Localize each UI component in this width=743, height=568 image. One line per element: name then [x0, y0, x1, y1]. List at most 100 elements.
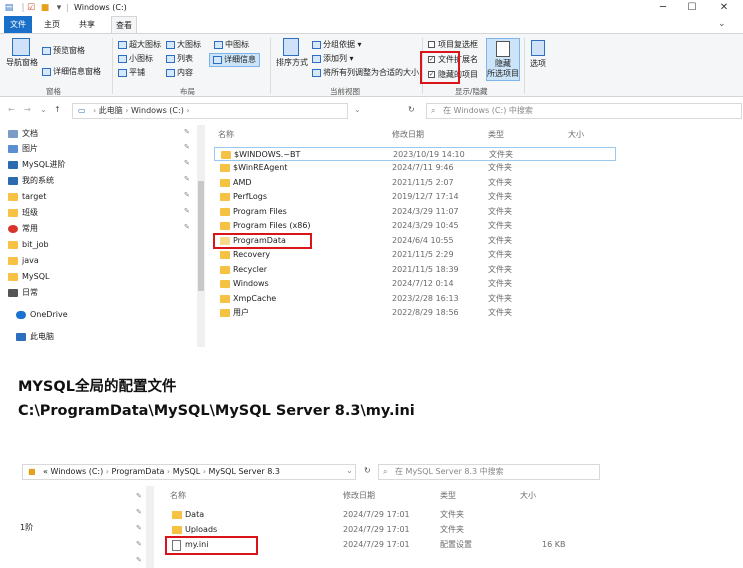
chevron-down-icon[interactable]: ⌄ — [354, 105, 361, 114]
column-size[interactable]: 大小 — [520, 490, 536, 501]
layout-details[interactable]: 详细信息 — [209, 53, 260, 67]
pin-icon[interactable]: ✎ — [184, 143, 190, 151]
breadcrumb-item[interactable]: MySQL Server 8.3 — [208, 467, 280, 476]
column-type[interactable]: 类型 — [440, 490, 456, 501]
folder-icon — [8, 241, 18, 249]
nav-item-java[interactable]: java — [8, 254, 39, 268]
pin-icon[interactable]: ✎ — [136, 556, 142, 564]
file-row[interactable]: $WINDOWS.~BT 2023/10/19 14:10 文件夹 — [214, 147, 616, 161]
layout-list[interactable]: 列表 — [166, 54, 193, 64]
forward-arrow-icon[interactable]: → — [24, 105, 31, 114]
pin-icon[interactable]: ✎ — [136, 540, 142, 548]
nav-item-class[interactable]: 班级 — [8, 206, 38, 220]
pin-icon[interactable]: ✎ — [184, 128, 190, 136]
scrollbar-thumb[interactable] — [198, 181, 204, 291]
nav-item-target[interactable]: target — [8, 190, 46, 204]
file-row[interactable]: Data 2024/7/29 17:01 文件夹 — [170, 508, 590, 522]
file-row[interactable]: PerfLogs 2019/12/7 17:14 文件夹 — [214, 190, 614, 204]
minimize-button[interactable]: ─ — [649, 0, 677, 16]
nav-item-common[interactable]: 常用 — [8, 222, 38, 236]
chevron-down-icon[interactable]: ⌄ — [40, 105, 47, 114]
column-modified[interactable]: 修改日期 — [392, 129, 424, 140]
pin-icon[interactable]: ✎ — [184, 207, 190, 215]
nav-label[interactable]: 1阶 — [20, 522, 33, 533]
refresh-icon[interactable]: ↻ — [364, 466, 371, 475]
column-size[interactable]: 大小 — [568, 129, 584, 140]
pin-icon[interactable]: ✎ — [184, 175, 190, 183]
preview-pane-button[interactable]: 预览窗格 — [42, 46, 85, 56]
pin-icon[interactable]: ✎ — [184, 223, 190, 231]
file-row[interactable]: Uploads 2024/7/29 17:01 文件夹 — [170, 523, 590, 537]
nav-item-docs[interactable]: 文档 — [8, 127, 38, 141]
layout-medium-icons[interactable]: 中图标 — [214, 40, 249, 50]
nav-item-mysql[interactable]: MySQL — [8, 270, 49, 284]
hide-selected-button[interactable]: 隐藏 所选项目 — [486, 38, 520, 81]
column-name[interactable]: 名称 — [218, 129, 234, 140]
file-row[interactable]: Recycler 2021/11/5 18:39 文件夹 — [214, 263, 614, 277]
nav-item-system[interactable]: 我的系统 — [8, 174, 54, 188]
group-by-button[interactable]: 分组依据 ▾ — [312, 40, 362, 50]
pin-icon[interactable]: ✎ — [136, 492, 142, 500]
tab-share[interactable]: 共享 — [75, 16, 99, 33]
layout-content[interactable]: 内容 — [166, 68, 193, 78]
file-row[interactable]: Windows 2024/7/12 0:14 文件夹 — [214, 277, 614, 291]
chevron-down-icon[interactable]: ⌄ — [718, 19, 726, 29]
nav-scrollbar[interactable] — [197, 125, 205, 347]
address-bar[interactable]: ▭ › 此电脑 › Windows (C:) › — [72, 103, 348, 119]
back-arrow-icon[interactable]: ← — [8, 105, 15, 114]
pin-icon[interactable]: ✎ — [136, 508, 142, 516]
options-button[interactable]: 选项 — [528, 40, 548, 69]
chevron-down-icon[interactable]: ⌄ — [346, 466, 353, 475]
file-row[interactable]: Program Files (x86) 2024/3/29 10:45 文件夹 — [214, 219, 614, 233]
breadcrumb-item[interactable]: ProgramData — [112, 467, 165, 476]
bottom-address-bar[interactable]: ■ « Windows (C:) › ProgramData › MySQL ›… — [22, 464, 356, 480]
up-arrow-icon[interactable]: ↑ — [54, 105, 61, 114]
breadcrumb-item[interactable]: Windows (C:) — [50, 467, 103, 476]
nav-item-bit-job[interactable]: bit_job — [8, 238, 49, 252]
nav-item-mysql-adv[interactable]: MySQL进阶 — [8, 158, 65, 172]
column-name[interactable]: 名称 — [170, 490, 186, 501]
properties-icon[interactable]: ☑ — [26, 3, 36, 13]
size-columns-button[interactable]: 将所有列调整为合适的大小 — [312, 68, 419, 78]
annotation-red-box — [165, 536, 258, 555]
refresh-icon[interactable]: ↻ — [408, 105, 415, 114]
chevron-down-icon[interactable]: ▾ — [54, 3, 64, 13]
close-button[interactable]: ✕ — [710, 0, 738, 16]
column-modified[interactable]: 修改日期 — [343, 490, 375, 501]
layout-tiles[interactable]: 平铺 — [118, 68, 145, 78]
item-checkboxes-toggle[interactable]: 项目复选框 — [428, 40, 478, 50]
pin-icon[interactable]: ✎ — [136, 524, 142, 532]
layout-small-icons[interactable]: 小图标 — [118, 54, 153, 64]
nav-item-pictures[interactable]: 图片 — [8, 142, 38, 156]
layout-xl-icons[interactable]: 超大图标 — [118, 40, 161, 50]
details-pane-button[interactable]: 详细信息窗格 — [42, 67, 101, 77]
breadcrumb-item[interactable]: Windows (C:) — [131, 106, 184, 115]
maximize-button[interactable]: ☐ — [678, 0, 706, 16]
bottom-scrollbar[interactable] — [146, 486, 154, 568]
layout-large-icons[interactable]: 大图标 — [166, 40, 201, 50]
search-box[interactable]: ⌕ 在 Windows (C:) 中搜索 — [426, 103, 742, 119]
breadcrumb-item[interactable]: « — [43, 467, 48, 476]
file-row[interactable]: Program Files 2024/3/29 11:07 文件夹 — [214, 205, 614, 219]
bottom-search-box[interactable]: ⌕ 在 MySQL Server 8.3 中搜索 — [378, 464, 600, 480]
breadcrumb-item[interactable]: MySQL — [173, 467, 200, 476]
file-row[interactable]: AMD 2021/11/5 2:07 文件夹 — [214, 176, 614, 190]
sort-button[interactable]: 排序方式 — [276, 38, 308, 68]
nav-item-onedrive[interactable]: OneDrive — [16, 308, 68, 322]
add-columns-button[interactable]: 添加列 ▾ — [312, 54, 354, 64]
file-row[interactable]: $WinREAgent 2024/7/11 9:46 文件夹 — [214, 161, 614, 175]
nav-item-this-pc[interactable]: 此电脑 — [16, 330, 54, 344]
nav-item-daily[interactable]: 日常 — [8, 286, 38, 300]
column-type[interactable]: 类型 — [488, 129, 504, 140]
pin-icon[interactable]: ✎ — [184, 159, 190, 167]
file-row[interactable]: 用户 2022/8/29 18:56 文件夹 — [214, 306, 614, 320]
tab-view[interactable]: 查看 — [111, 16, 137, 33]
file-row[interactable]: Recovery 2021/11/5 2:29 文件夹 — [214, 248, 614, 262]
file-row[interactable]: XmpCache 2023/2/28 16:13 文件夹 — [214, 292, 614, 306]
new-folder-icon[interactable]: ■ — [40, 3, 50, 13]
breadcrumb-item[interactable]: 此电脑 — [99, 106, 123, 115]
tab-file[interactable]: 文件 — [4, 16, 32, 33]
nav-pane-button[interactable]: 导航窗格 — [6, 38, 38, 68]
tab-home[interactable]: 主页 — [40, 16, 64, 33]
pin-icon[interactable]: ✎ — [184, 191, 190, 199]
